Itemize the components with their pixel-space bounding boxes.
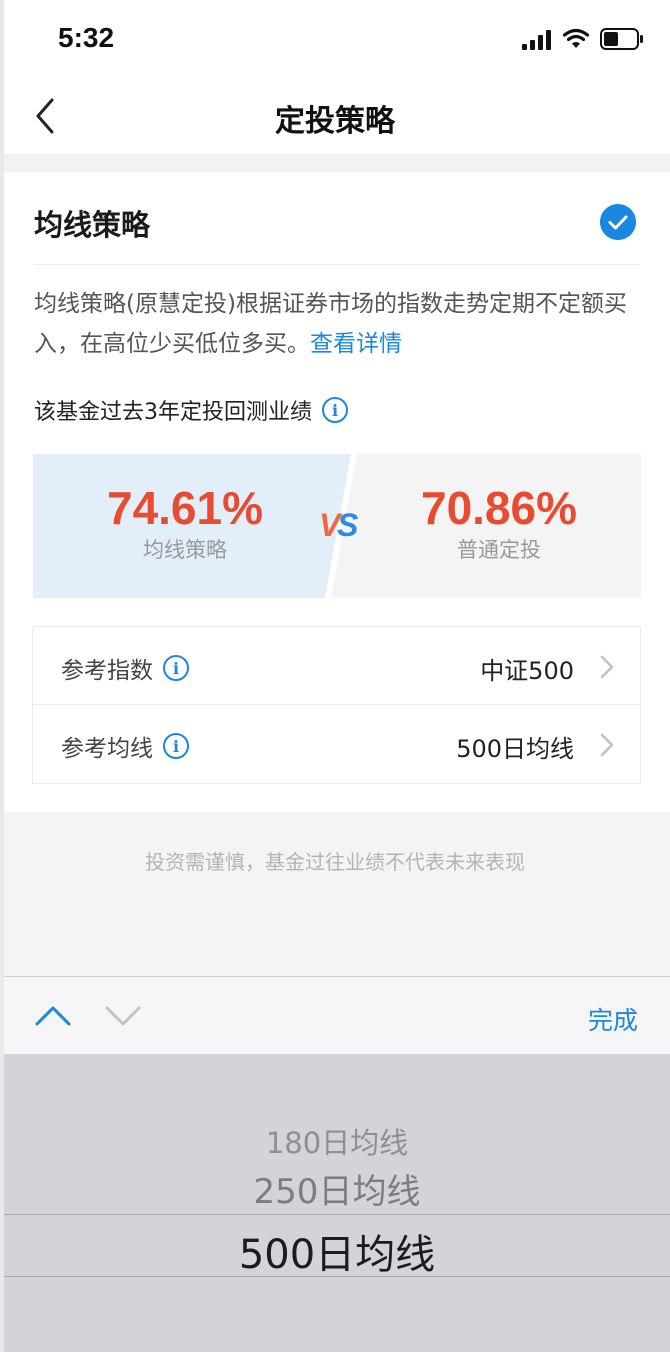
chevron-right-icon (600, 655, 614, 679)
screen: 5:32 定投策略 均线策略 均线策略(原慧定投)根据证券市场的指数走势定期不定… (0, 0, 670, 1352)
reference-index-label-group: 参考指数 i (61, 651, 189, 685)
info-icon[interactable]: i (163, 655, 189, 681)
regular-return-value: 70.86% (420, 482, 577, 534)
disclaimer-area: 投资需谨慎，基金过往业绩不代表未来表现 (0, 812, 670, 976)
reference-index-label: 参考指数 (61, 658, 153, 684)
chevron-up-icon[interactable] (34, 1003, 72, 1029)
section-separator (0, 154, 670, 172)
reference-index-value: 中证500 (480, 657, 574, 685)
strategy-return-label: 均线策略 (143, 538, 227, 562)
backtest-label: 该基金过去3年定投回测业绩 (34, 400, 312, 425)
ma-picker-wheel[interactable]: 180日均线 250日均线 500日均线 (4, 1054, 670, 1352)
info-icon[interactable]: i (322, 397, 348, 423)
strategy-card: 均线策略 均线策略(原慧定投)根据证券市场的指数走势定期不定额买入，在高位少买低… (0, 172, 670, 812)
wifi-icon (562, 28, 590, 48)
reference-table: 参考指数 i 中证500 参考均线 i 500日均线 (32, 626, 641, 784)
vs-icon: V S (319, 507, 359, 543)
reference-ma-label-group: 参考均线 i (61, 729, 189, 763)
reference-ma-row[interactable]: 参考均线 i 500日均线 (33, 705, 640, 783)
strategy-return-value: 74.61% (106, 482, 263, 534)
picker-option[interactable]: 250日均线 (4, 1164, 670, 1213)
chevron-down-icon[interactable] (104, 1003, 142, 1029)
picker-selection-line (4, 1214, 670, 1215)
backtest-heading: 该基金过去3年定投回测业绩 i (34, 394, 348, 426)
regular-performance: 70.86% 普通定投 (369, 482, 629, 564)
reference-ma-label: 参考均线 (61, 736, 153, 762)
picker-option[interactable]: 180日均线 (4, 1120, 670, 1162)
reference-ma-value: 500日均线 (456, 735, 574, 763)
strategy-performance: 74.61% 均线策略 (55, 482, 315, 564)
status-bar: 5:32 (0, 0, 670, 78)
svg-text:S: S (337, 507, 359, 543)
details-link[interactable]: 查看详情 (310, 331, 402, 357)
picker-selected-option[interactable]: 500日均线 (4, 1222, 670, 1280)
disclaimer-text: 投资需谨慎，基金过往业绩不代表未来表现 (145, 850, 525, 874)
status-time: 5:32 (58, 22, 115, 53)
screen-edge (0, 0, 4, 1352)
divider (34, 264, 640, 265)
picker-selection-line (4, 1276, 670, 1277)
nav-bar: 定投策略 (0, 78, 670, 154)
page-title: 定投策略 (275, 104, 395, 139)
reference-index-row[interactable]: 参考指数 i 中证500 (33, 627, 640, 705)
signal-icon (522, 30, 551, 50)
info-icon[interactable]: i (163, 733, 189, 759)
status-icons (522, 26, 644, 50)
done-button[interactable]: 完成 (588, 1001, 638, 1037)
battery-icon (600, 28, 643, 50)
selected-check-icon[interactable] (600, 204, 636, 240)
chevron-right-icon (600, 733, 614, 757)
picker-toolbar: 完成 (4, 976, 670, 1054)
strategy-title: 均线策略 (34, 208, 151, 242)
strategy-description: 均线策略(原慧定投)根据证券市场的指数走势定期不定额买入，在高位少买低位多买。查… (34, 284, 634, 364)
performance-comparison: 74.61% 均线策略 V S 70.86% 普通定投 (33, 454, 641, 598)
regular-return-label: 普通定投 (457, 538, 541, 562)
